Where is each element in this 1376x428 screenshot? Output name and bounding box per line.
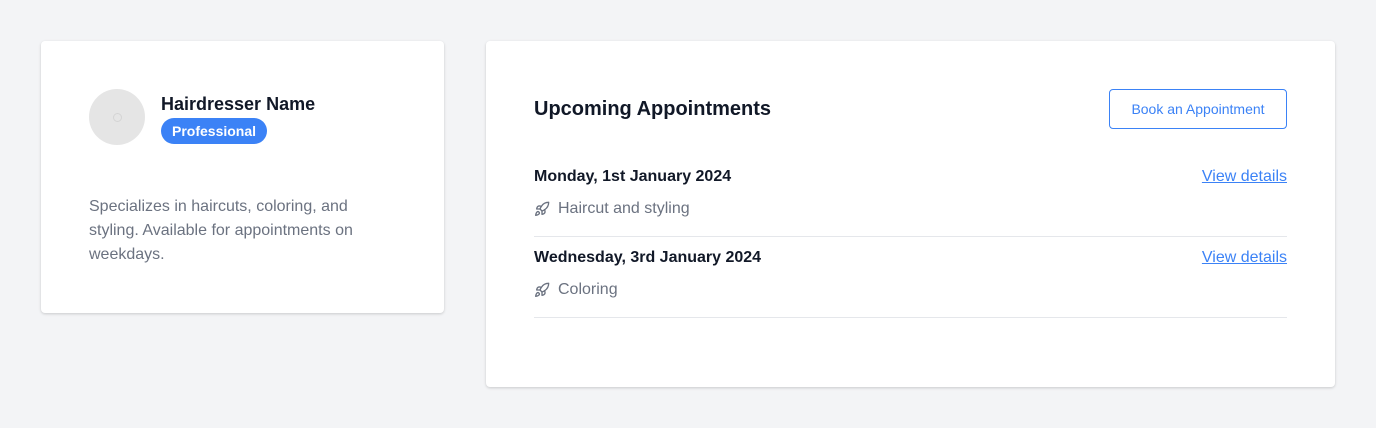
appointments-header: Upcoming Appointments Book an Appointmen… <box>534 89 1287 129</box>
rocket-icon <box>534 201 550 217</box>
appointment-date: Monday, 1st January 2024 <box>534 168 732 185</box>
hairdresser-bio: Specializes in haircuts, coloring, and s… <box>89 198 353 263</box>
appointment-date: Wednesday, 3rd January 2024 <box>534 249 762 266</box>
service-label: Coloring <box>558 281 618 298</box>
appointment-service: Haircut and styling <box>534 199 1287 219</box>
service-label: Haircut and styling <box>558 200 690 217</box>
appointments-card: Upcoming Appointments Book an Appointmen… <box>486 41 1335 387</box>
professional-badge: Professional <box>161 118 268 144</box>
avatar <box>89 89 145 145</box>
appointments-list: Monday, 1st January 2024 View details Ha… <box>534 156 1287 318</box>
book-appointment-button[interactable]: Book an Appointment <box>1109 89 1287 129</box>
view-details-link[interactable]: View details <box>1202 249 1287 267</box>
avatar-placeholder-icon <box>112 112 122 122</box>
profile-meta: Hairdresser Name Professional <box>161 90 315 144</box>
appointment-row: Wednesday, 3rd January 2024 View details <box>534 248 1287 268</box>
hairdresser-name: Hairdresser Name <box>161 94 316 114</box>
rocket-icon <box>534 282 550 298</box>
appointments-title: Upcoming Appointments <box>534 97 772 120</box>
appointment-item: Wednesday, 3rd January 2024 View details… <box>534 237 1287 318</box>
appointment-row: Monday, 1st January 2024 View details <box>534 167 1287 187</box>
appointment-service: Coloring <box>534 280 1287 300</box>
view-details-link[interactable]: View details <box>1202 168 1287 186</box>
profile-header: Hairdresser Name Professional <box>89 89 396 145</box>
appointment-item: Monday, 1st January 2024 View details Ha… <box>534 156 1287 237</box>
hairdresser-profile-card: Hairdresser Name Professional Specialize… <box>41 41 444 313</box>
